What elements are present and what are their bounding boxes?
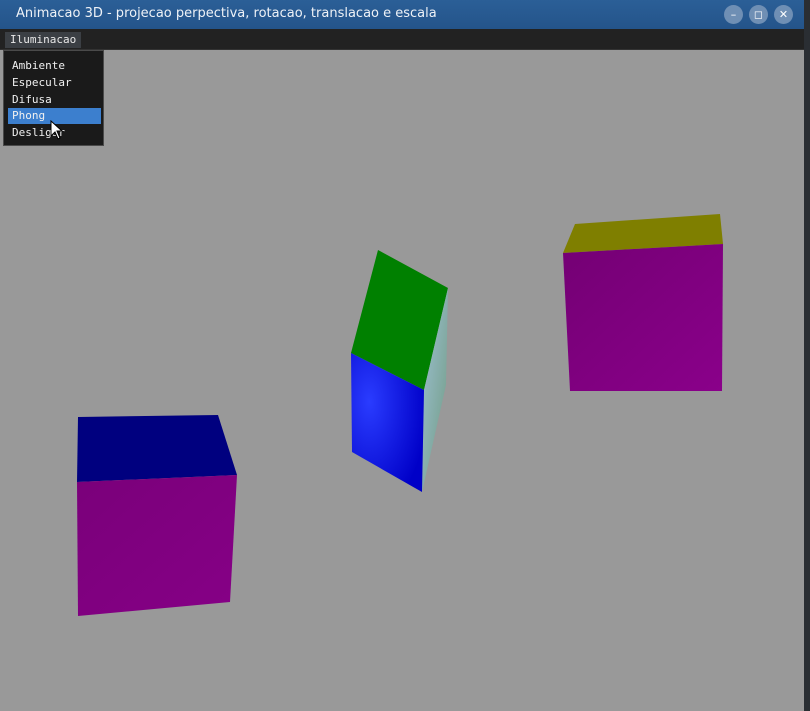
mouse-cursor-icon (50, 120, 64, 140)
left-cube (77, 415, 237, 616)
left-cube-top-face (77, 415, 237, 482)
app-window: Animacao 3D - projecao perpectiva, rotac… (0, 0, 804, 711)
3d-viewport[interactable] (0, 50, 804, 711)
right-cube (563, 214, 723, 391)
menu-bar: Iluminacao (0, 29, 804, 50)
menu-iluminacao[interactable]: Iluminacao (5, 32, 82, 48)
center-cube (351, 250, 448, 492)
window-title: Animacao 3D - projecao perpectiva, rotac… (16, 6, 437, 21)
menu-item-especular[interactable]: Especular (8, 75, 101, 91)
menu-item-ambiente[interactable]: Ambiente (8, 58, 101, 74)
title-bar[interactable]: Animacao 3D - projecao perpectiva, rotac… (0, 0, 804, 29)
left-cube-front-face (77, 475, 237, 616)
minimize-button[interactable]: – (724, 5, 743, 24)
right-cube-front-face (563, 244, 723, 391)
background-edge (804, 0, 810, 711)
menu-item-difusa[interactable]: Difusa (8, 92, 101, 108)
maximize-button[interactable]: ◻ (749, 5, 768, 24)
close-button[interactable]: ✕ (774, 5, 793, 24)
